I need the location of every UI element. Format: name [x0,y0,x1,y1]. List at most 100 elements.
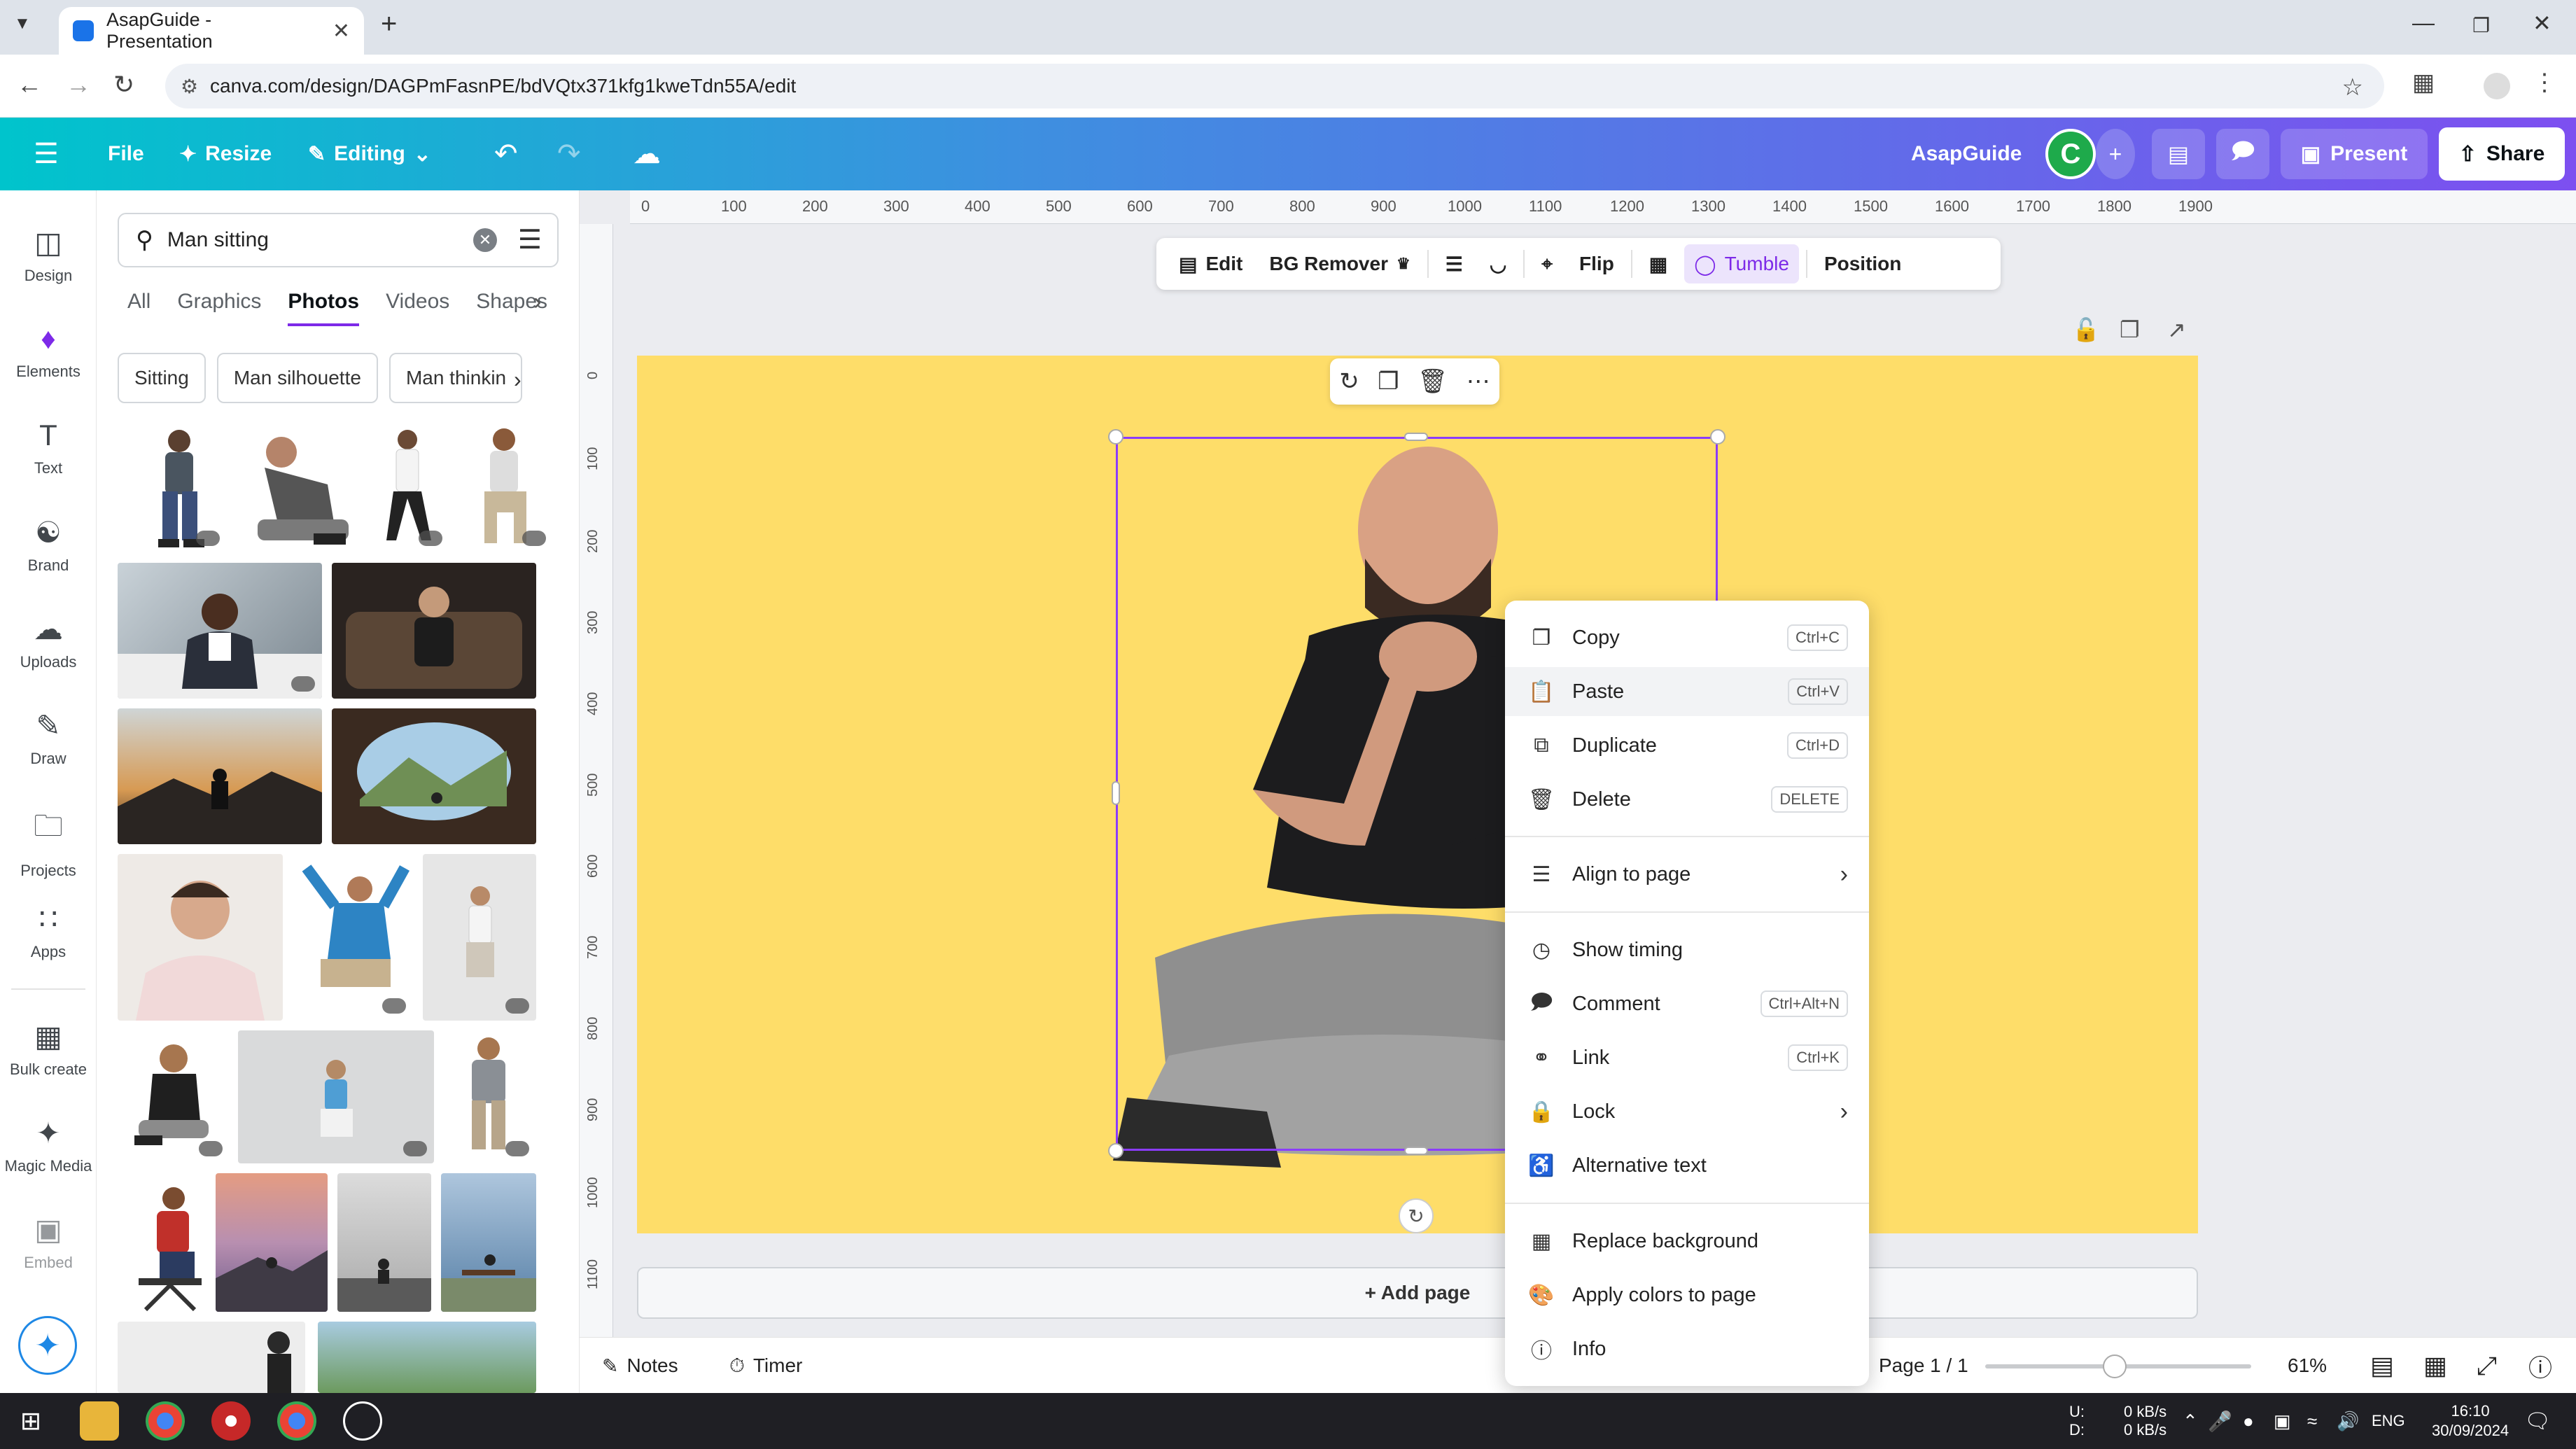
add-page-button[interactable]: + Add page [637,1267,2198,1319]
photo-thumbnail[interactable] [337,1173,431,1312]
rail-item-design[interactable]: ◫ Design [0,225,97,285]
photo-thumbnail[interactable] [441,1030,536,1163]
chip-man-silhouette[interactable]: Man silhouette [216,353,378,403]
menu-item-apply-colors[interactable]: 🎨 Apply colors to page [1505,1270,1869,1320]
tab-all[interactable]: All [127,290,150,326]
analytics-icon[interactable]: ▤ [2152,129,2205,179]
photo-thumbnail[interactable] [318,1322,536,1393]
tumble-animation-button[interactable]: ◯ Tumble [1684,244,1799,284]
file-menu[interactable]: File [108,118,144,190]
url-input[interactable]: ⚙ canva.com/design/DAGPmFasnPE/bdVQtx371… [165,64,2384,108]
browser-tab[interactable]: AsapGuide - Presentation ✕ [59,7,364,55]
menu-item-alternative-text[interactable]: ♿ Alternative text [1505,1141,1869,1190]
corner-rounding-button[interactable]: ◡ [1480,244,1516,284]
photo-thumbnail[interactable] [118,1322,305,1393]
photo-thumbnail[interactable] [130,421,227,553]
tray-app-icon[interactable]: ▣ [2274,1393,2291,1449]
tab-close-icon[interactable]: ✕ [332,19,350,43]
minimize-icon[interactable]: — [2412,10,2435,36]
windows-start-icon[interactable]: ⊞ [11,1401,50,1441]
rail-item-brand[interactable]: ☯ Brand [0,515,97,575]
rail-item-text[interactable]: T Text [0,419,97,477]
rail-item-embed[interactable]: ▣ Embed [0,1212,97,1272]
photo-thumbnail[interactable] [118,563,322,699]
grid-view-icon[interactable]: ▦ [2423,1338,2447,1394]
photo-thumbnail[interactable] [238,1030,434,1163]
menu-item-show-timing[interactable]: ◷ Show timing [1505,925,1869,974]
photo-thumbnail[interactable] [456,421,553,553]
chips-next-icon[interactable]: › [514,367,522,393]
rail-item-projects[interactable]: 🗀 Projects [0,805,97,880]
chrome-icon[interactable] [146,1401,185,1441]
photo-thumbnail[interactable] [365,421,449,553]
extensions-icon[interactable]: ▦ [2412,69,2435,97]
recorder-icon[interactable] [211,1401,251,1441]
menu-item-comment[interactable]: 🗩 Comment Ctrl+Alt+N [1505,979,1869,1028]
edit-image-button[interactable]: ▤ Edit [1169,244,1252,284]
clear-search-icon[interactable]: ✕ [473,228,497,252]
rotate-handle-icon[interactable]: ↻ [1399,1198,1434,1233]
magic-assistant-icon[interactable]: ✦ [18,1316,77,1375]
crop-button[interactable]: ⌖ [1532,244,1562,284]
obs-icon[interactable] [343,1401,382,1441]
volume-icon[interactable]: 🔊 [2337,1393,2359,1449]
browser-menu-icon[interactable]: ⋮ [2533,69,2556,97]
rail-item-uploads[interactable]: ☁ Uploads [0,612,97,671]
notification-icon[interactable]: 🗨 [2524,1393,2551,1449]
tab-videos[interactable]: Videos [386,290,449,326]
timer-button[interactable]: ⏱ Timer [729,1338,802,1394]
menu-item-delete[interactable]: 🗑 Delete DELETE [1505,775,1869,824]
photo-thumbnail[interactable] [293,854,413,1021]
reload-icon[interactable]: ↻ [113,70,134,99]
add-page-icon[interactable]: ↗ [2167,316,2186,343]
resize-handle[interactable] [1108,1143,1124,1158]
help-icon[interactable]: ⓘ [2528,1338,2552,1394]
menu-item-align-to-page[interactable]: ☰ Align to page › [1505,850,1869,899]
comments-icon[interactable]: 🗩 [2216,129,2269,179]
page-indicator[interactable]: Page 1 / 1 [1879,1338,1968,1394]
tray-app-icon[interactable]: ● [2243,1393,2254,1449]
photo-thumbnail[interactable] [216,1173,328,1312]
resize-button[interactable]: ✦ Resize [179,118,272,190]
language-indicator[interactable]: ENG [2372,1393,2405,1449]
redo-icon[interactable]: ↷ [557,118,581,190]
wifi-icon[interactable]: ≈ [2307,1393,2317,1449]
photo-thumbnail[interactable] [118,708,322,844]
share-button[interactable]: ⇧ Share [2439,127,2565,181]
add-collaborator-icon[interactable]: + [2096,129,2135,179]
back-icon[interactable]: ← [17,70,42,99]
chip-man-thinking[interactable]: Man thinkin [388,353,522,403]
undo-icon[interactable]: ↶ [494,118,518,190]
more-options-icon[interactable]: ⋯ [1466,368,1490,396]
border-style-button[interactable]: ☰ [1436,244,1473,284]
rail-item-bulk-create[interactable]: ▦ Bulk create [0,1019,97,1079]
tabs-next-icon[interactable]: › [533,288,541,316]
rail-item-draw[interactable]: ✎ Draw [0,708,97,768]
rail-item-apps[interactable]: ∷ Apps [0,902,97,961]
menu-item-paste[interactable]: 📋 Paste Ctrl+V [1505,667,1869,716]
hamburger-menu-icon[interactable]: ☰ [34,118,59,190]
resize-handle[interactable] [1404,1147,1428,1155]
resize-handle[interactable] [1404,433,1428,441]
notes-button[interactable]: ✎ Notes [602,1338,678,1394]
chip-sitting[interactable]: Sitting [118,353,206,403]
resize-handle[interactable] [1108,429,1124,444]
system-clock[interactable]: 16:10 30/09/2024 [2432,1393,2509,1449]
design-page[interactable] [637,356,2198,1233]
filter-icon[interactable]: ☰ [518,224,542,255]
photo-thumbnail[interactable] [441,1173,536,1312]
flip-button[interactable]: Flip [1569,244,1624,284]
duplicate-icon[interactable]: ❐ [1378,368,1399,396]
show-hidden-icons[interactable]: ⌃ [2183,1393,2198,1449]
position-button[interactable]: Position [1814,244,1911,284]
zoom-level[interactable]: 61% [2288,1338,2327,1394]
menu-item-duplicate[interactable]: ⧉ Duplicate Ctrl+D [1505,721,1869,770]
restore-icon[interactable]: ❐ [2472,14,2490,37]
fullscreen-icon[interactable]: ⤢ [2477,1338,2497,1394]
mic-icon[interactable]: 🎤 [2208,1393,2232,1449]
transparency-button[interactable]: ▦ [1639,244,1677,284]
team-name[interactable]: AsapGuide [1911,118,2022,190]
profile-avatar[interactable] [2484,73,2510,99]
tab-photos[interactable]: Photos [288,290,360,326]
photo-thumbnail[interactable] [118,854,283,1021]
